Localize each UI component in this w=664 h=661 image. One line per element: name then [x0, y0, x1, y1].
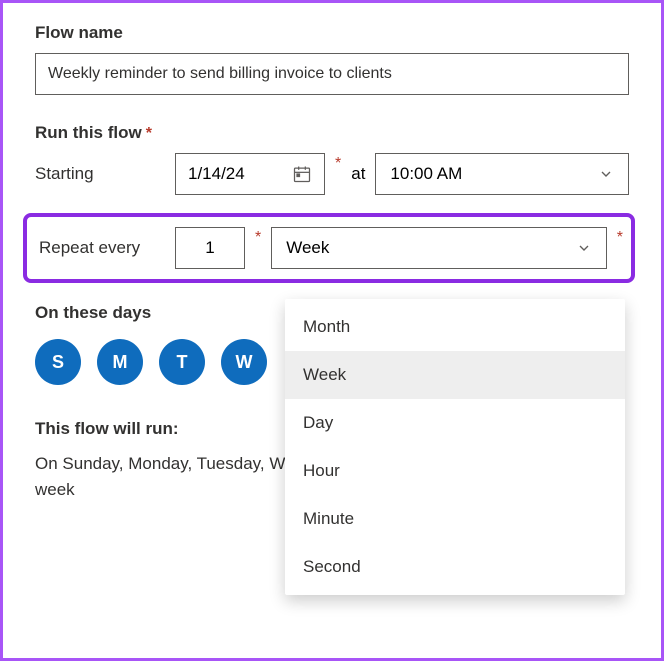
date-picker[interactable]: 1/14/24 — [175, 153, 325, 195]
time-picker[interactable]: 10:00 AM — [375, 153, 629, 195]
repeat-row-highlight: Repeat every * Week * — [23, 213, 635, 283]
repeat-unit-select[interactable]: Week — [271, 227, 607, 269]
calendar-icon — [292, 164, 312, 184]
dialog-panel: Flow name Run this flow* Starting 1/14/2… — [0, 0, 664, 661]
chevron-down-icon — [598, 166, 614, 182]
day-toggle[interactable]: M — [97, 339, 143, 385]
repeat-unit-value: Week — [286, 238, 329, 258]
dropdown-option[interactable]: Day — [285, 399, 625, 447]
repeat-count-input[interactable] — [175, 227, 245, 269]
dropdown-option[interactable]: Week — [285, 351, 625, 399]
flow-name-label: Flow name — [35, 23, 629, 43]
unit-dropdown: Month Week Day Hour Minute Second — [285, 299, 625, 595]
run-flow-label: Run this flow* — [35, 123, 629, 143]
required-asterisk: * — [146, 125, 152, 142]
chevron-down-icon — [576, 240, 592, 256]
time-value: 10:00 AM — [390, 164, 462, 184]
dropdown-option[interactable]: Second — [285, 543, 625, 591]
dropdown-option[interactable]: Month — [285, 303, 625, 351]
dropdown-option[interactable]: Minute — [285, 495, 625, 543]
required-asterisk: * — [335, 155, 341, 173]
at-label: at — [351, 164, 365, 184]
starting-label: Starting — [35, 164, 165, 184]
required-asterisk: * — [617, 229, 623, 247]
required-asterisk: * — [255, 229, 261, 247]
date-value: 1/14/24 — [188, 164, 245, 184]
starting-row: Starting 1/14/24 * at 10:00 AM — [35, 153, 629, 195]
flow-name-input[interactable] — [35, 53, 629, 95]
day-toggle[interactable]: S — [35, 339, 81, 385]
day-toggle[interactable]: T — [159, 339, 205, 385]
day-toggle[interactable]: W — [221, 339, 267, 385]
dropdown-option[interactable]: Hour — [285, 447, 625, 495]
repeat-label: Repeat every — [35, 238, 165, 258]
